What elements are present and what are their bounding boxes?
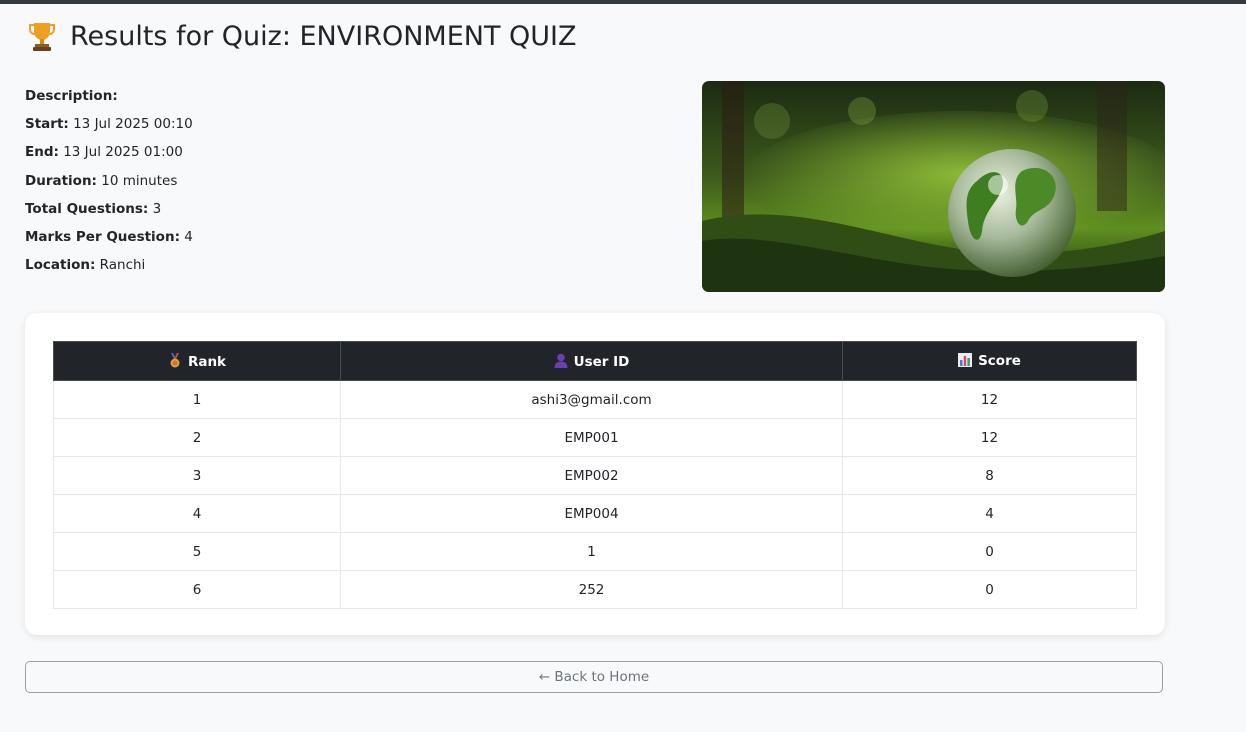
rank-cell: 2 (53, 418, 341, 457)
score-cell: 8 (842, 456, 1137, 495)
rank-cell: 5 (53, 532, 341, 571)
rank-cell: 6 (53, 570, 341, 609)
rank-cell: 3 (53, 456, 341, 495)
score-cell: 12 (842, 418, 1137, 457)
start-label: Start: (25, 116, 69, 133)
user-id-cell: EMP004 (340, 494, 843, 533)
total-questions-value: 3 (152, 200, 162, 217)
table-row: 1 ashi3@gmail.com 12 (53, 380, 1137, 419)
rank-column-header: Rank (53, 341, 341, 381)
page-title: Results for Quiz: ENVIRONMENT QUIZ (28, 20, 577, 52)
top-bar (0, 0, 1246, 4)
score-header-label: Score (978, 353, 1021, 369)
table-row: 6 252 0 (53, 570, 1137, 609)
user-id-cell: EMP002 (340, 456, 843, 495)
results-card: Rank User ID Score 1 ashi3@gmail.com 12 … (25, 313, 1165, 635)
description-label: Description: (25, 88, 118, 104)
user-icon (554, 353, 568, 368)
medal-icon (170, 352, 180, 367)
end-label: End: (25, 144, 59, 161)
score-column-header: Score (842, 341, 1137, 381)
table-row: 4 EMP004 4 (53, 494, 1137, 533)
trophy-icon (29, 23, 55, 51)
end-value: 13 Jul 2025 01:00 (63, 144, 183, 161)
start-row: Start: 13 Jul 2025 00:10 (25, 110, 193, 138)
total-questions-label: Total Questions: (25, 200, 149, 217)
rank-header-label: Rank (187, 353, 227, 370)
score-cell: 12 (842, 380, 1137, 419)
results-table: Rank User ID Score 1 ashi3@gmail.com 12 … (53, 341, 1137, 609)
duration-label: Duration: (25, 172, 97, 189)
table-header-row: Rank User ID Score (53, 341, 1137, 381)
score-cell: 4 (842, 494, 1137, 533)
back-to-home-button[interactable]: ← Back to Home (25, 661, 1163, 693)
page-title-text: Results for Quiz: ENVIRONMENT QUIZ (70, 20, 577, 52)
start-value: 13 Jul 2025 00:10 (73, 116, 193, 133)
user-id-header-label: User ID (573, 353, 630, 370)
location-value: Ranchi (99, 257, 146, 274)
bar-chart-icon (958, 353, 973, 367)
score-cell: 0 (842, 570, 1137, 609)
quiz-details: Description: Start: 13 Jul 2025 00:10 En… (25, 82, 193, 279)
duration-value: 10 minutes (101, 172, 178, 189)
rank-cell: 4 (53, 494, 341, 533)
quiz-banner-image (702, 81, 1165, 292)
user-id-column-header: User ID (340, 341, 843, 381)
end-row: End: 13 Jul 2025 01:00 (25, 138, 193, 166)
table-row: 5 1 0 (53, 532, 1137, 571)
table-row: 2 EMP001 12 (53, 418, 1137, 457)
rank-cell: 1 (53, 380, 341, 419)
user-id-cell: ashi3@gmail.com (340, 380, 843, 419)
user-id-cell: 1 (340, 532, 843, 571)
user-id-cell: EMP001 (340, 418, 843, 457)
user-id-cell: 252 (340, 570, 843, 609)
marks-row: Marks Per Question: 4 (25, 223, 193, 251)
total-questions-row: Total Questions: 3 (25, 195, 193, 223)
table-row: 3 EMP002 8 (53, 456, 1137, 495)
marks-value: 4 (184, 229, 193, 246)
location-label: Location: (25, 257, 96, 274)
duration-row: Duration: 10 minutes (25, 167, 193, 195)
marks-label: Marks Per Question: (25, 229, 180, 246)
location-row: Location: Ranchi (25, 251, 193, 279)
description-row: Description: (25, 82, 193, 110)
score-cell: 0 (842, 532, 1137, 571)
